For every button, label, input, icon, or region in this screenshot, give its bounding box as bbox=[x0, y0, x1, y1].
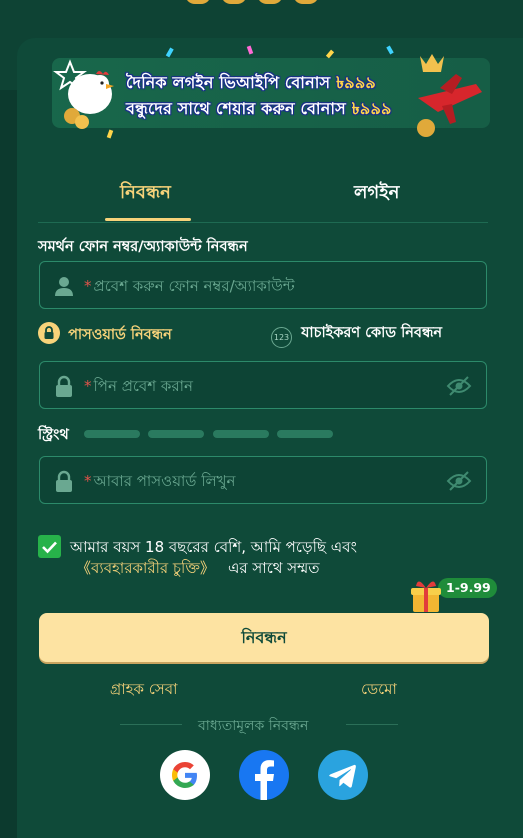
code-mode-label: যাচাইকরণ কোড নিবন্ধন bbox=[301, 325, 443, 341]
register-button[interactable]: নিবন্ধন bbox=[39, 613, 489, 662]
agreement-text-end: এর সাথে সম্মত bbox=[228, 559, 320, 577]
section-title: সমর্থন ফোন নম্বর/অ্যাকাউন্ট নিবন্ধন bbox=[38, 239, 248, 255]
banner-line-2: বন্ধুদের সাথে শেয়ার করুন বোনাস ৳৯৯৯ bbox=[126, 96, 392, 123]
tab-active-indicator bbox=[105, 218, 191, 221]
google-login-button[interactable] bbox=[160, 750, 210, 800]
divider-text: বাধ্যতামূলক নিবন্ধন bbox=[198, 718, 309, 734]
code-icon: 123 bbox=[271, 327, 292, 348]
coin-icon bbox=[185, 0, 211, 4]
pin-placeholder: * পিন প্রবেশ করান bbox=[84, 375, 193, 400]
telegram-icon bbox=[329, 764, 356, 788]
banner-line-2-amount: ৳৯৯৯ bbox=[351, 99, 392, 118]
password-mode-label: পাসওয়ার্ড নিবন্ধন bbox=[68, 327, 172, 343]
required-mark: * bbox=[84, 472, 92, 490]
coins-decoration bbox=[185, 0, 319, 4]
user-icon bbox=[55, 277, 73, 296]
telegram-login-button[interactable] bbox=[318, 750, 368, 800]
account-placeholder-text: প্রবেশ করুন ফোন নম্বর/অ্যাকাউন্ট bbox=[93, 277, 295, 295]
strength-bar bbox=[84, 430, 140, 438]
account-field[interactable]: * প্রবেশ করুন ফোন নম্বর/অ্যাকাউন্ট bbox=[39, 261, 487, 309]
gift-badge: 1-9.99 bbox=[438, 578, 497, 598]
account-placeholder: * প্রবেশ করুন ফোন নম্বর/অ্যাকাউন্ট bbox=[84, 275, 295, 300]
strength-bar bbox=[148, 430, 204, 438]
demo-link[interactable]: ডেমো bbox=[361, 678, 397, 703]
banner-line-1-amount: ৳৯৯৯ bbox=[336, 73, 377, 92]
gift-icon bbox=[411, 581, 441, 612]
eye-off-icon[interactable] bbox=[446, 374, 472, 398]
pin-field[interactable]: * পিন প্রবেশ করান bbox=[39, 361, 487, 409]
banner-line-2-text: বন্ধুদের সাথে শেয়ার করুন বোনাস bbox=[126, 99, 352, 118]
tab-login[interactable]: লগইন bbox=[354, 178, 399, 209]
promo-banner[interactable]: দৈনিক লগইন ভিআইপি বোনাস ৳৯৯৯ বন্ধুদের সা… bbox=[48, 44, 490, 140]
confirm-placeholder-text: আবার পাসওয়ার্ড লিখুন bbox=[93, 472, 236, 490]
coin-icon bbox=[257, 0, 283, 4]
customer-service-link[interactable]: গ্রাহক সেবা bbox=[110, 678, 177, 703]
facebook-login-button[interactable] bbox=[239, 750, 289, 800]
auth-tabs: নিবন্ধন লগইন bbox=[38, 164, 488, 223]
code-mode-option[interactable]: 123 যাচাইকরণ কোড নিবন্ধন bbox=[271, 322, 442, 348]
required-mark: * bbox=[84, 277, 92, 295]
coin-icon bbox=[293, 0, 319, 4]
required-mark: * bbox=[84, 377, 92, 395]
strength-bar bbox=[277, 430, 333, 438]
divider-left bbox=[120, 724, 182, 725]
facebook-icon bbox=[255, 760, 274, 800]
check-icon bbox=[42, 541, 57, 554]
lock-icon bbox=[56, 375, 72, 397]
confirm-placeholder: * আবার পাসওয়ার্ড লিখুন bbox=[84, 470, 235, 495]
tab-register[interactable]: নিবন্ধন bbox=[120, 178, 171, 209]
user-agreement-link[interactable]: 《ব্যবহারকারীর চুক্তি》 bbox=[76, 557, 215, 582]
divider-right bbox=[346, 724, 398, 725]
pin-placeholder-text: পিন প্রবেশ করান bbox=[93, 377, 193, 395]
strength-bar bbox=[213, 430, 269, 438]
banner-line-1-text: দৈনিক লগইন ভিআইপি বোনাস bbox=[126, 73, 337, 92]
lock-icon bbox=[56, 470, 72, 492]
confirm-password-field[interactable]: * আবার পাসওয়ার্ড লিখুন bbox=[39, 456, 487, 504]
banner-line-1: দৈনিক লগইন ভিআইপি বোনাস ৳৯৯৯ bbox=[126, 70, 376, 97]
password-mode-option[interactable]: পাসওয়ার্ড নিবন্ধন bbox=[38, 322, 172, 348]
google-icon bbox=[172, 762, 197, 788]
coin-icon bbox=[221, 0, 247, 4]
agree-checkbox[interactable] bbox=[38, 535, 61, 558]
strength-label: স্ট্রিংথ bbox=[38, 427, 69, 443]
eye-off-icon[interactable] bbox=[446, 469, 472, 493]
lock-circle-icon bbox=[38, 322, 60, 344]
